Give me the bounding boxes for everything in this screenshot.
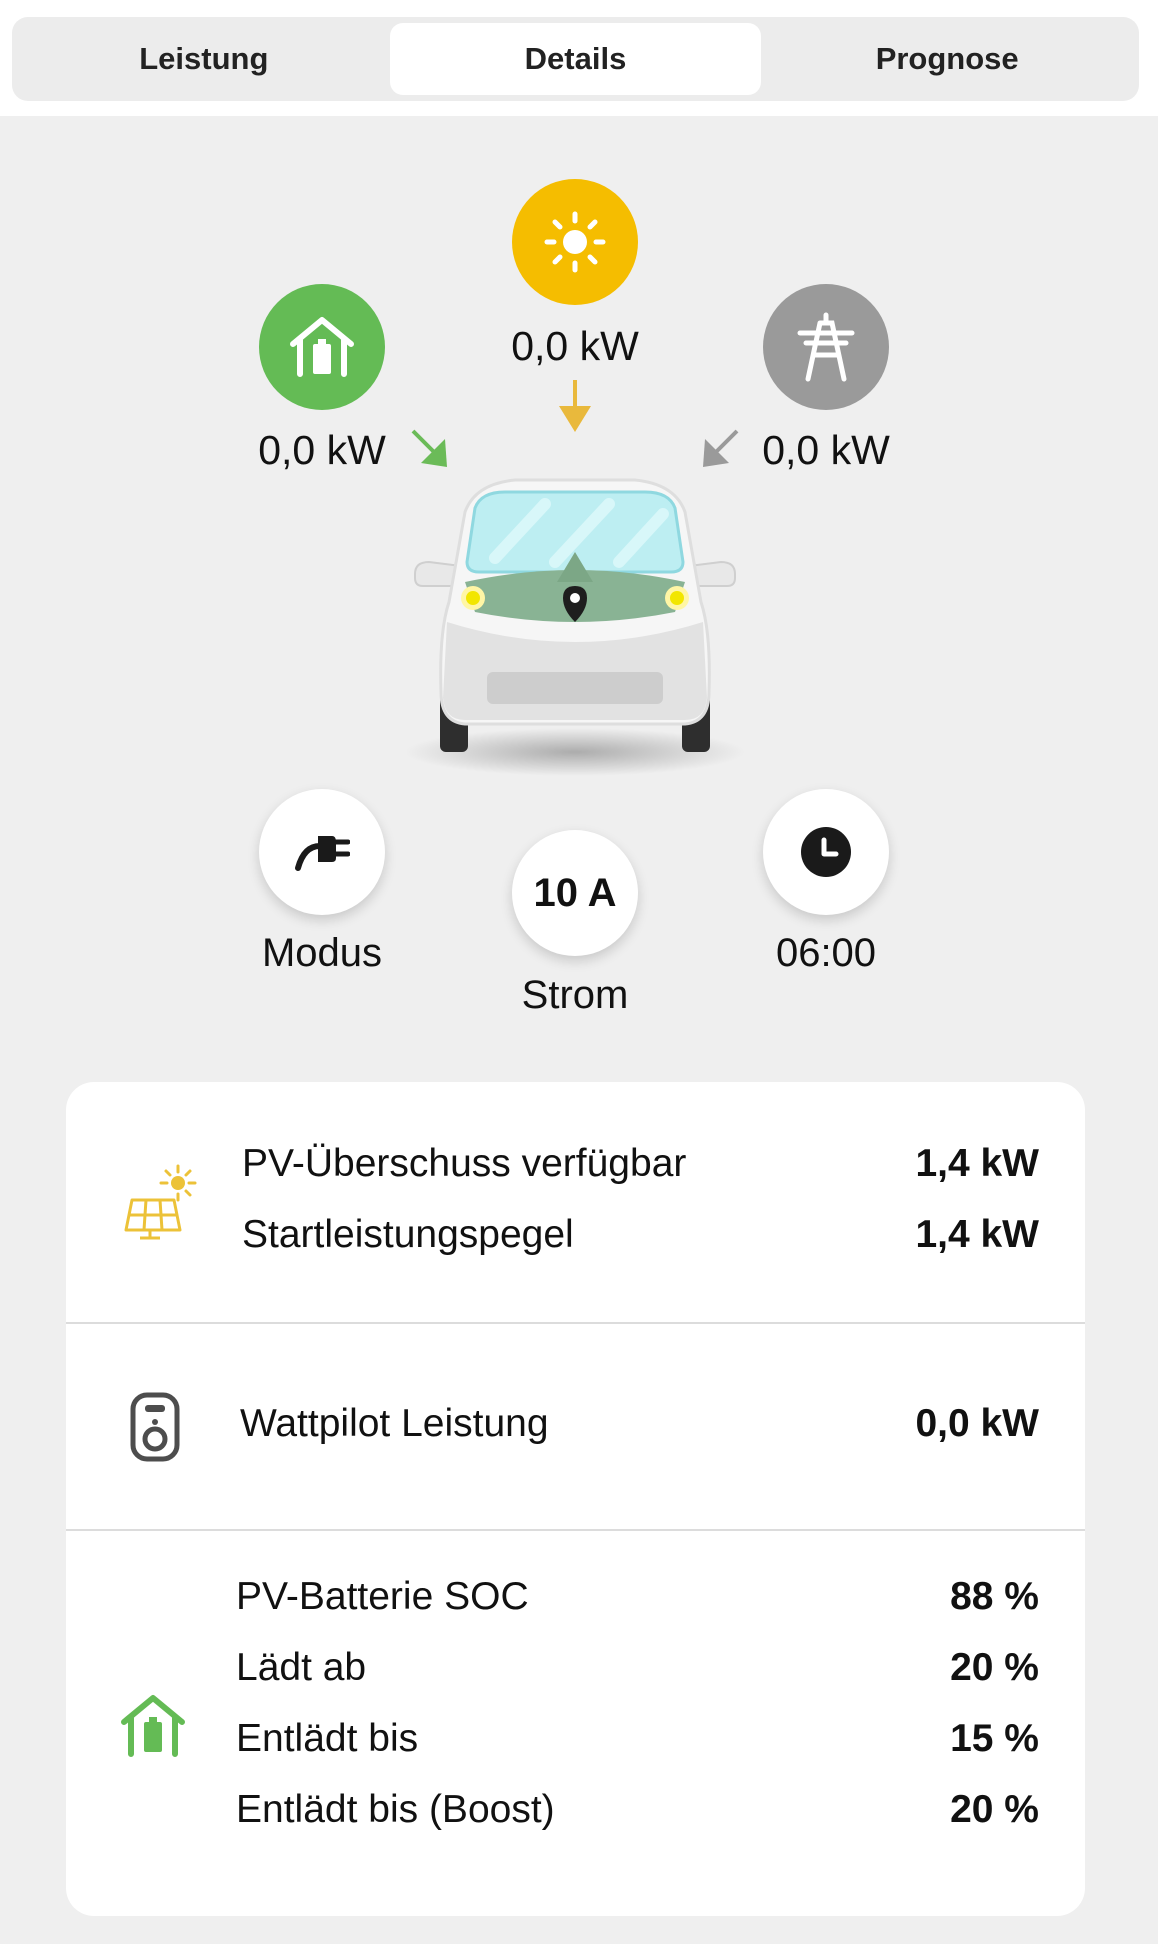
current-label: Strom — [521, 973, 629, 1017]
start-power-label: Startleistungspegel — [242, 1213, 574, 1256]
pv-section: PV-Überschuss verfügbar 1,4 kW Startleis… — [66, 1082, 1085, 1323]
charge-from-label: Lädt ab — [236, 1646, 367, 1689]
current-value: 10 A — [533, 870, 617, 915]
wattpilot-power-value: 0,0 kW — [915, 1402, 1039, 1445]
tab-prognose[interactable]: Prognose — [761, 23, 1133, 95]
discharge-to-value: 15 % — [950, 1717, 1039, 1760]
pv-surplus-label: PV-Überschuss verfügbar — [242, 1142, 687, 1185]
charger-icon — [130, 1392, 180, 1462]
top-bar: Leistung Details Prognose — [0, 0, 1158, 116]
discharge-to-label: Entlädt bis — [236, 1717, 419, 1760]
home-battery-icon — [121, 1695, 185, 1757]
home-battery-icon — [290, 317, 354, 377]
battery-soc-label: PV-Batterie SOC — [236, 1575, 529, 1618]
tab-details[interactable]: Details — [389, 23, 762, 95]
grid-node[interactable] — [763, 284, 889, 410]
sun-icon — [544, 211, 606, 273]
clock-icon — [801, 827, 851, 877]
tab-leistung[interactable]: Leistung — [18, 23, 390, 95]
details-card: PV-Überschuss verfügbar 1,4 kW Startleis… — [66, 1082, 1085, 1916]
time-button[interactable] — [763, 789, 889, 915]
time-value: 06:00 — [775, 931, 877, 975]
car-illustration — [395, 462, 755, 782]
car-icon — [405, 478, 745, 776]
solar-power-value: 0,0 kW — [511, 323, 639, 369]
tab-bar: Leistung Details Prognose — [12, 17, 1139, 101]
mode-label: Modus — [261, 931, 383, 975]
solar-node[interactable] — [512, 179, 638, 305]
solar-flow-arrow — [559, 380, 591, 432]
charge-from-value: 20 % — [950, 1646, 1039, 1689]
home-power-value: 0,0 kW — [258, 427, 386, 473]
discharge-boost-value: 20 % — [950, 1788, 1039, 1831]
current-button[interactable]: 10 A — [512, 830, 638, 956]
plug-icon — [295, 836, 350, 871]
mode-button[interactable] — [259, 789, 385, 915]
discharge-boost-label: Entlädt bis (Boost) — [236, 1788, 555, 1831]
battery-soc-value: 88 % — [950, 1575, 1039, 1618]
energy-flow: 0,0 kW 0,0 kW 0,0 kW Modus 10 A Strom 06… — [0, 116, 1158, 1066]
wattpilot-section: Wattpilot Leistung 0,0 kW — [66, 1324, 1085, 1530]
pv-surplus-value: 1,4 kW — [915, 1142, 1039, 1185]
solar-panel-icon — [124, 1164, 197, 1240]
start-power-value: 1,4 kW — [915, 1213, 1039, 1256]
battery-section: PV-Batterie SOC 88 % Lädt ab 20 % Entläd… — [66, 1531, 1085, 1916]
power-tower-icon — [797, 312, 855, 382]
wattpilot-power-label: Wattpilot Leistung — [240, 1402, 549, 1445]
home-node[interactable] — [259, 284, 385, 410]
grid-power-value: 0,0 kW — [762, 427, 890, 473]
